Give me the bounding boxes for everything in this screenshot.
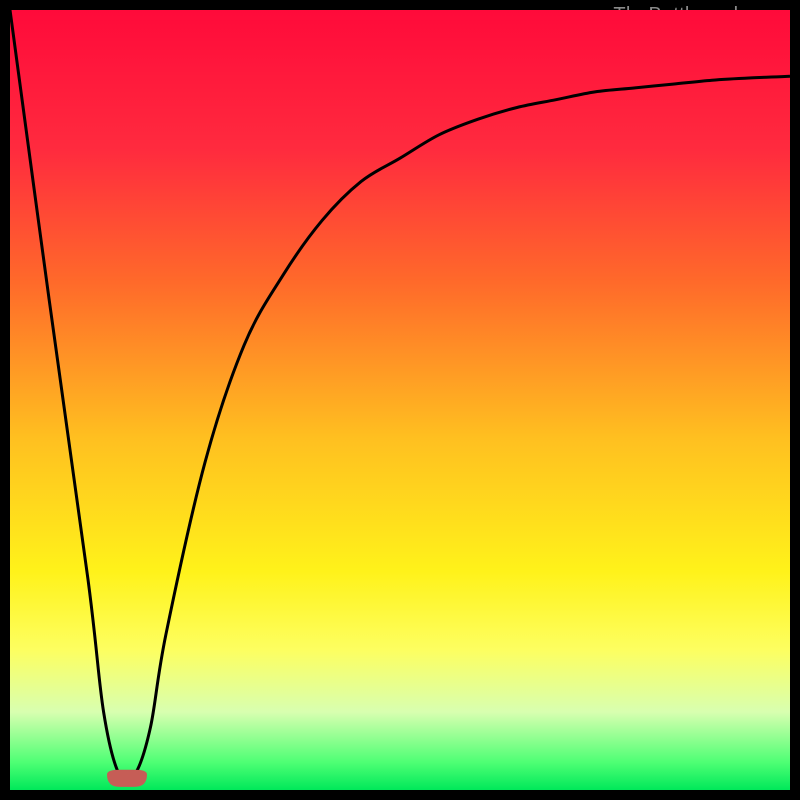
gradient-background: [10, 10, 790, 790]
bottleneck-chart: [10, 10, 790, 790]
chart-frame: TheBottleneck.com: [10, 10, 790, 790]
minimum-marker: [108, 770, 147, 786]
